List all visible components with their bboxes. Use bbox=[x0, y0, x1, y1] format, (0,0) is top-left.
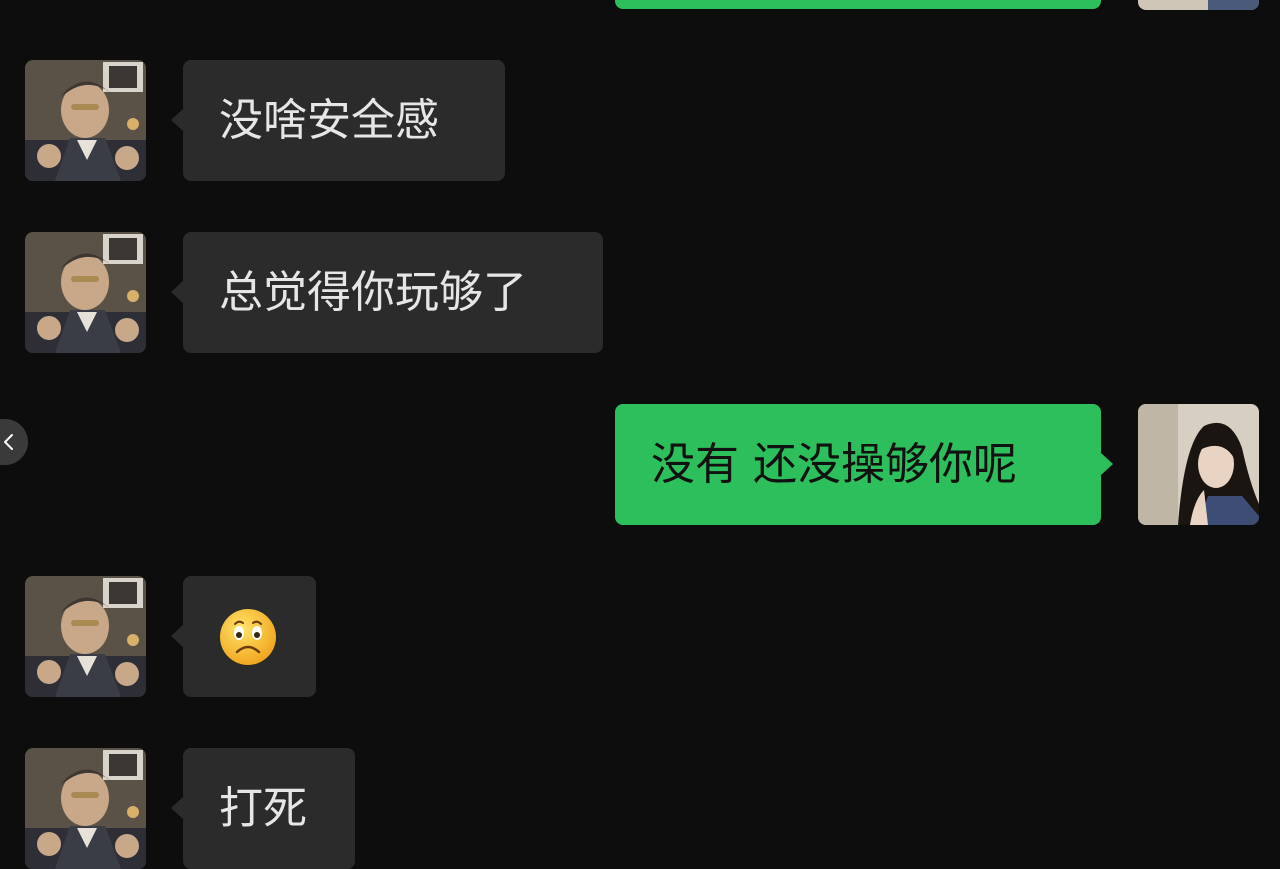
bubble-tail bbox=[171, 109, 183, 131]
message-text: 总觉得你玩够了 bbox=[219, 266, 527, 318]
message-text: 没有 还没操够你呢 bbox=[651, 438, 1017, 490]
message-bubble-incoming[interactable]: 总觉得你玩够了 bbox=[183, 232, 603, 353]
back-button[interactable] bbox=[0, 419, 28, 465]
message-bubble-outgoing[interactable] bbox=[615, 0, 1101, 9]
bubble-tail bbox=[171, 625, 183, 647]
message-text: 打死 bbox=[219, 782, 307, 834]
avatar-contact[interactable] bbox=[25, 748, 146, 869]
chat-thread: 没啥安全感 总觉得你玩够了 没有 还没操够你呢 打死 bbox=[0, 0, 1280, 869]
avatar-contact[interactable] bbox=[25, 232, 146, 353]
bubble-tail bbox=[171, 797, 183, 819]
message-bubble-incoming[interactable]: 打死 bbox=[183, 748, 355, 869]
avatar-self[interactable] bbox=[1138, 404, 1259, 525]
chevron-left-icon bbox=[4, 434, 13, 450]
avatar-contact[interactable] bbox=[25, 576, 146, 697]
bubble-tail bbox=[171, 281, 183, 303]
message-text: 没啥安全感 bbox=[219, 94, 439, 146]
message-bubble-outgoing[interactable]: 没有 还没操够你呢 bbox=[615, 404, 1101, 525]
avatar-contact[interactable] bbox=[25, 60, 146, 181]
avatar-self[interactable] bbox=[1138, 0, 1259, 10]
frowning-face-emoji bbox=[220, 608, 276, 665]
bubble-tail bbox=[1101, 453, 1113, 475]
message-bubble-incoming[interactable]: 没啥安全感 bbox=[183, 60, 505, 181]
message-bubble-incoming[interactable] bbox=[183, 576, 316, 697]
